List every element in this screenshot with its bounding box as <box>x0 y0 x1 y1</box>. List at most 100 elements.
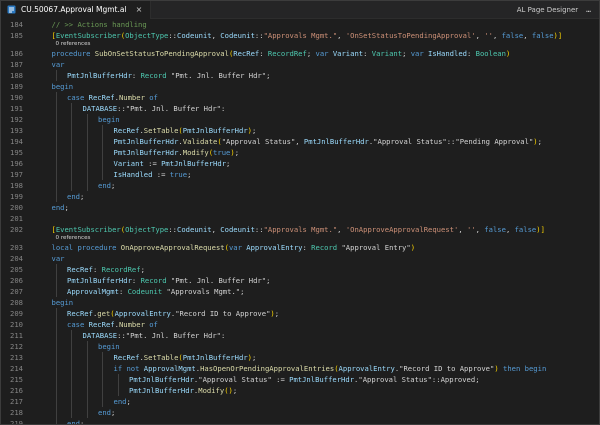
indent-guide <box>55 169 57 180</box>
code-text: end; <box>36 397 131 406</box>
code-token: , <box>475 225 485 234</box>
code-editor[interactable]: 184 // >> Actions handling 185 [EventSubscr… <box>1 19 599 424</box>
indent-guide <box>55 352 57 363</box>
code-token: PmtJnlBufferHdr <box>113 137 179 146</box>
code-line[interactable]: 212 begin <box>1 341 599 352</box>
indent-guide <box>102 396 103 407</box>
code-token: begin <box>51 298 74 307</box>
code-line[interactable]: 192 begin <box>1 114 599 125</box>
code-line[interactable]: 195 PmtJnlBufferHdr.Modify(true); <box>1 147 599 158</box>
codelens-references[interactable]: 0 references <box>1 235 599 242</box>
code-line[interactable]: 219 end; <box>1 418 599 424</box>
line-number: 187 <box>10 60 23 69</box>
indent-guide <box>55 286 57 297</box>
code-token: "Pmt. Jnl. Buffer Hdr"; <box>170 276 271 285</box>
code-line[interactable]: 217 end; <box>1 396 599 407</box>
code-line[interactable]: 188 PmtJnlBufferHdr: Record "Pmt. Jnl. Bu… <box>1 70 599 81</box>
tab-approval-mgmt[interactable]: CU.50067.Approval Mgmt.al × <box>1 1 152 19</box>
code-token: '' <box>484 31 493 40</box>
code-text: begin <box>36 342 120 351</box>
code-token: Codeunit <box>220 225 255 234</box>
code-line[interactable]: 185 [EventSubscriber(ObjectType::Codeunit… <box>1 30 599 41</box>
code-line[interactable]: 189 begin <box>1 81 599 92</box>
indent-guide <box>86 114 88 125</box>
code-line[interactable]: 216 PmtJnlBufferHdr.Modify(); <box>1 385 599 396</box>
line-number: 192 <box>10 115 23 124</box>
code-token: ; <box>232 386 238 395</box>
code-line[interactable]: 209 RecRef.get(ApprovalEntry."Record ID t… <box>1 308 599 319</box>
code-token: ; <box>402 49 411 58</box>
code-token: RecRef <box>113 353 140 362</box>
code-line[interactable]: 191 DATABASE::"Pmt. Jnl. Buffer Hdr": <box>1 103 599 114</box>
indent-guide <box>86 158 88 169</box>
line-number: 197 <box>10 170 23 179</box>
codelens-references[interactable]: 0 references <box>1 41 599 48</box>
code-line[interactable]: 184 // >> Actions handling <box>1 19 599 30</box>
code-line[interactable]: 206 PmtJnlBufferHdr: Record "Pmt. Jnl. Bu… <box>1 275 599 286</box>
code-line[interactable]: 200 end; <box>1 202 599 213</box>
code-line[interactable]: 196 Variant := PmtJnlBufferHdr; <box>1 158 599 169</box>
code-line[interactable]: 197 IsHandled := true; <box>1 169 599 180</box>
indent-guide <box>55 275 57 286</box>
tab-bar: CU.50067.Approval Mgmt.al × AL Page Desi… <box>1 1 599 19</box>
code-token: PmtJnlBufferHdr <box>303 137 369 146</box>
code-line[interactable]: 187 var <box>1 59 599 70</box>
code-line[interactable]: 208 begin <box>1 297 599 308</box>
line-number: 207 <box>10 287 23 296</box>
code-line[interactable]: 214 if not ApprovalMgmt.HasOpenOrPendingA… <box>1 363 599 374</box>
code-line[interactable]: 210 case RecRef.Number of <box>1 319 599 330</box>
line-number: 186 <box>10 49 23 58</box>
code-line[interactable]: 186 procedure SubOnSetStatusToPendingAppr… <box>1 48 599 59</box>
code-token: end <box>113 397 127 406</box>
code-line[interactable]: 215 PmtJnlBufferHdr."Approval Status" := … <box>1 374 599 385</box>
code-text: PmtJnlBufferHdr.Modify(true); <box>36 148 240 157</box>
code-token: PmtJnlBufferHdr <box>289 375 355 384</box>
code-token: Record <box>140 276 171 285</box>
more-actions-icon[interactable]: … <box>586 5 599 14</box>
al-page-designer-button[interactable]: AL Page Designer <box>517 6 586 14</box>
code-line[interactable]: 193 RecRef.SetTable(PmtJnlBufferHdr); <box>1 125 599 136</box>
line-number: 202 <box>10 225 23 234</box>
code-line[interactable]: 194 PmtJnlBufferHdr.Validate("Approval St… <box>1 136 599 147</box>
code-text: RecRef: RecordRef; <box>36 265 145 274</box>
codelens-text[interactable]: 0 references <box>1 41 91 48</box>
code-token: ; <box>537 137 542 146</box>
indent-guide <box>71 114 72 125</box>
code-token: Codeunit <box>177 225 212 234</box>
code-line[interactable]: 205 RecRef: RecordRef; <box>1 264 599 275</box>
code-token: begin <box>98 115 120 124</box>
code-token: :: <box>254 31 264 40</box>
code-line[interactable]: 199 end; <box>1 191 599 202</box>
code-token: ."Record ID to Approve" <box>170 309 271 318</box>
code-token: ."Record ID to Approve" <box>394 364 495 373</box>
code-token: RecordRef <box>101 265 141 274</box>
code-token: :: <box>168 225 178 234</box>
indent-guide <box>55 374 57 385</box>
code-token: PmtJnlBufferHdr <box>129 375 194 384</box>
code-line[interactable]: 203 local procedure OnApproveApprovalRequ… <box>1 242 599 253</box>
code-token: ; <box>187 170 192 179</box>
code-line[interactable]: 218 end; <box>1 407 599 418</box>
code-line[interactable]: 201 <box>1 213 599 224</box>
code-line[interactable]: 198 end; <box>1 180 599 191</box>
code-token: ; <box>126 397 131 406</box>
indent-guide <box>86 169 88 180</box>
code-text: // >> Actions handling <box>36 20 147 29</box>
code-text: RecRef.get(ApprovalEntry."Record ID to A… <box>36 309 279 318</box>
indent-guide <box>55 125 57 136</box>
code-token: "Approvals Mgmt."; <box>166 287 245 296</box>
line-number: 208 <box>10 298 23 307</box>
code-line[interactable]: 211 DATABASE::"Pmt. Jnl. Buffer Hdr": <box>1 330 599 341</box>
code-token: ; <box>274 309 280 318</box>
code-line[interactable]: 190 case RecRef.Number of <box>1 92 599 103</box>
code-line[interactable]: 213 RecRef.SetTable(PmtJnlBufferHdr); <box>1 352 599 363</box>
close-icon[interactable]: × <box>136 5 143 14</box>
code-line[interactable]: 202 [EventSubscriber(ObjectType::Codeunit… <box>1 224 599 235</box>
code-line[interactable]: 204 var <box>1 253 599 264</box>
codelens-text[interactable]: 0 references <box>1 235 91 242</box>
code-token: ApprovalMgmt <box>143 364 196 373</box>
code-line[interactable]: 207 ApprovalMgmt: Codeunit "Approvals Mgm… <box>1 286 599 297</box>
indent-guide <box>55 114 57 125</box>
indent-guide <box>55 147 57 158</box>
indent-guide <box>55 180 57 191</box>
